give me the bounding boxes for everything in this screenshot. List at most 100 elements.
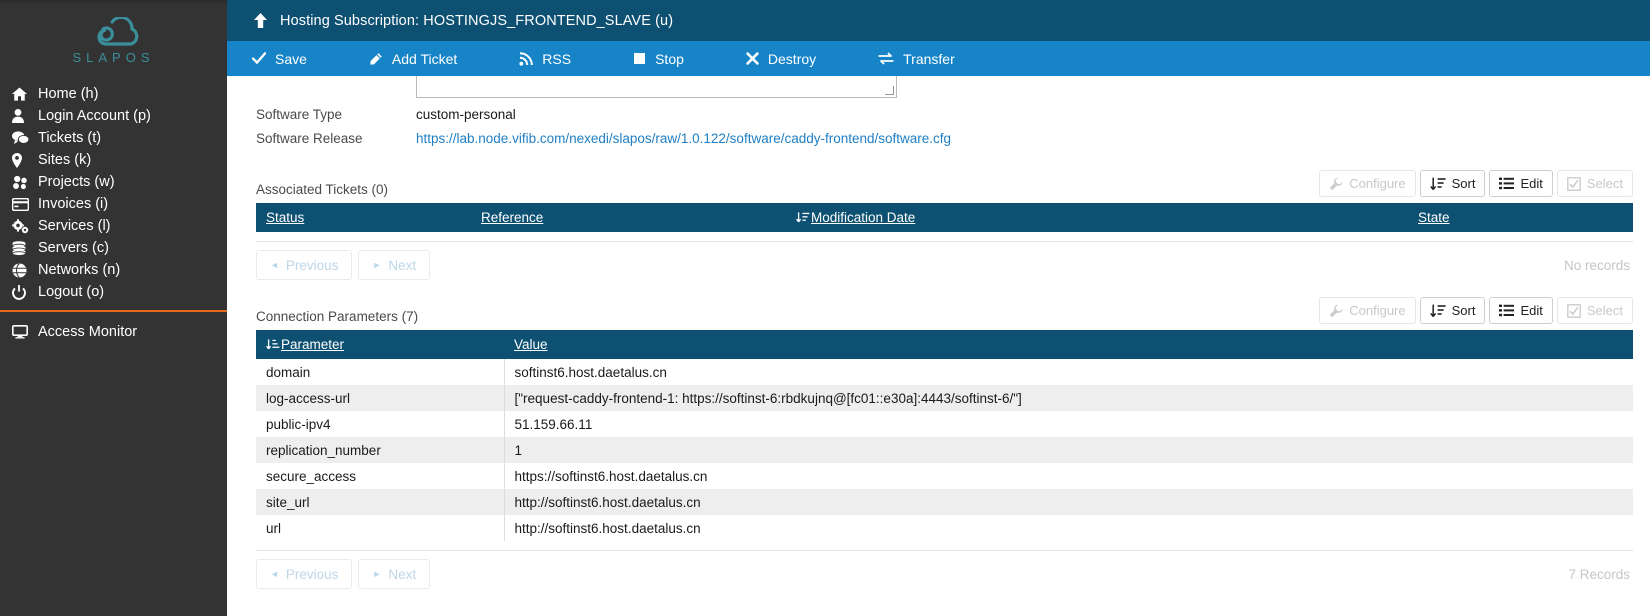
- sidebar-item-label: Home (h): [38, 86, 99, 102]
- field-value: https://lab.node.vifib.com/nexedi/slapos…: [416, 131, 951, 146]
- select-button[interactable]: Select: [1556, 297, 1633, 324]
- next-button[interactable]: ► Next: [358, 250, 431, 280]
- monitor-icon: [12, 325, 38, 339]
- column-header-link[interactable]: Value: [514, 337, 548, 352]
- sidebar-item-servers[interactable]: Servers (c): [0, 237, 227, 259]
- column-status[interactable]: Status: [256, 203, 471, 232]
- cell-value: http://softinst6.host.daetalus.cn: [514, 520, 701, 536]
- table-row[interactable]: domain softinst6.host.daetalus.cn: [256, 359, 1633, 385]
- connection-table-head: Parameter Value: [256, 330, 1633, 359]
- transfer-button[interactable]: Transfer: [878, 51, 955, 67]
- field-value: custom-personal: [416, 107, 516, 122]
- next-button[interactable]: ► Next: [358, 559, 431, 589]
- action-label: Add Ticket: [391, 50, 458, 67]
- table-row[interactable]: site_url http://softinst6.host.daetalus.…: [256, 489, 1633, 515]
- table-row[interactable]: public-ipv4 51.159.66.11: [256, 411, 1633, 437]
- table-row[interactable]: log-access-url ["request-caddy-frontend-…: [256, 385, 1633, 411]
- ticket-icon: [369, 51, 383, 66]
- previous-button[interactable]: ◄ Previous: [256, 250, 353, 280]
- add-ticket-button[interactable]: Add Ticket: [369, 51, 457, 67]
- column-state[interactable]: State: [1408, 203, 1633, 232]
- cell-parameter: public-ipv4: [256, 411, 505, 437]
- sidebar-item-label: Projects (w): [38, 174, 115, 190]
- rss-button[interactable]: RSS: [519, 51, 571, 67]
- sort-button[interactable]: Sort: [1419, 297, 1486, 324]
- sidebar-item-projects[interactable]: Projects (w): [0, 171, 227, 193]
- sort-button[interactable]: Sort: [1419, 170, 1486, 197]
- sidebar-item-services[interactable]: Services (l): [0, 215, 227, 237]
- listbox-toolbar: Configure Sort Edit Select: [1319, 297, 1633, 324]
- cell-value: http://softinst6.host.daetalus.cn: [514, 494, 701, 510]
- sidebar-item-label: Invoices (i): [38, 196, 109, 212]
- cell-value: softinst6.host.daetalus.cn: [514, 364, 667, 380]
- record-count: 7 Records: [1568, 566, 1630, 582]
- table-row[interactable]: secure_access https://softinst6.host.dae…: [256, 463, 1633, 489]
- select-button[interactable]: Select: [1556, 170, 1633, 197]
- sidebar-item-home[interactable]: Home (h): [0, 83, 227, 105]
- column-header-link[interactable]: Modification Date: [811, 210, 915, 225]
- sidebar-item-access-monitor[interactable]: Access Monitor: [0, 321, 227, 343]
- record-count: No records: [1563, 257, 1630, 273]
- sidebar-item-sites[interactable]: Sites (k): [0, 149, 227, 171]
- connection-parameters-table: Parameter Value domain softinst6.host.da…: [256, 330, 1633, 541]
- cell-parameter: site_url: [256, 489, 505, 515]
- table-row[interactable]: url http://softinst6.host.daetalus.cn: [256, 515, 1633, 541]
- field-software-release: Software Release https://lab.node.vifib.…: [256, 131, 1633, 146]
- times-icon: [746, 52, 759, 65]
- column-header-link[interactable]: Parameter: [281, 337, 344, 352]
- tickets-table: Status Reference Modification Date State: [256, 203, 1633, 232]
- column-value[interactable]: Value: [504, 330, 1633, 359]
- action-label: Stop: [655, 50, 684, 67]
- sort-icon: [1429, 177, 1446, 191]
- associated-tickets-section: Associated Tickets (0) Configure Sort Ed…: [256, 170, 1633, 280]
- stop-button[interactable]: Stop: [633, 51, 684, 67]
- sidebar-item-invoices[interactable]: Invoices (i): [0, 193, 227, 215]
- cell-parameter: secure_access: [256, 463, 505, 489]
- save-button[interactable]: Save: [252, 51, 307, 67]
- sidebar-item-label: Logout (o): [38, 284, 105, 300]
- cell-value: ["request-caddy-frontend-1: https://soft…: [514, 390, 1022, 406]
- rss-icon: [519, 51, 534, 66]
- table-row[interactable]: replication_number 1: [256, 437, 1633, 463]
- edit-button[interactable]: Edit: [1489, 170, 1553, 197]
- tool-label: Sort: [1451, 303, 1476, 318]
- sidebar-item-label: Sites (k): [38, 152, 92, 168]
- comments-icon: [12, 131, 38, 145]
- configure-button[interactable]: Configure: [1319, 170, 1416, 197]
- globe-icon: [12, 262, 38, 278]
- column-header-link[interactable]: Reference: [481, 210, 543, 225]
- column-header-link[interactable]: State: [1418, 210, 1450, 225]
- logo[interactable]: SLAPOS: [0, 3, 227, 75]
- edit-button[interactable]: Edit: [1489, 297, 1553, 324]
- column-parameter[interactable]: Parameter: [256, 330, 504, 359]
- chevron-left-icon: ◄: [270, 569, 279, 579]
- configure-button[interactable]: Configure: [1319, 297, 1416, 324]
- sidebar-item-tickets[interactable]: Tickets (t): [0, 127, 227, 149]
- checkbox-icon: [1566, 176, 1581, 191]
- wrench-icon: [1329, 177, 1343, 191]
- sidebar-item-label: Access Monitor: [38, 324, 138, 340]
- sidebar-item-login-account[interactable]: Login Account (p): [0, 105, 227, 127]
- page-header: Hosting Subscription: HOSTINGJS_FRONTEND…: [227, 0, 1650, 41]
- wrench-icon: [1329, 304, 1343, 318]
- tickets-table-head: Status Reference Modification Date State: [256, 203, 1633, 232]
- arrow-up-icon[interactable]: [254, 13, 267, 28]
- column-reference[interactable]: Reference: [471, 203, 786, 232]
- page-title: Hosting Subscription: HOSTINGJS_FRONTEND…: [280, 12, 674, 29]
- tool-label: Edit: [1520, 176, 1543, 191]
- software-release-link[interactable]: https://lab.node.vifib.com/nexedi/slapos…: [416, 131, 951, 146]
- cell-parameter: domain: [256, 359, 505, 385]
- previous-button[interactable]: ◄ Previous: [256, 559, 353, 589]
- stop-square-icon: [633, 52, 646, 65]
- sidebar-item-logout[interactable]: Logout (o): [0, 281, 227, 303]
- column-modification-date[interactable]: Modification Date: [786, 203, 1408, 232]
- section-header: Associated Tickets (0) Configure Sort Ed…: [256, 170, 1633, 203]
- pager-buttons: ◄ Previous ► Next: [256, 559, 431, 589]
- user-icon: [12, 109, 38, 123]
- description-textarea[interactable]: [416, 76, 897, 98]
- column-header-link[interactable]: Status: [266, 210, 304, 225]
- sidebar-item-networks[interactable]: Networks (n): [0, 259, 227, 281]
- connection-pager: ◄ Previous ► Next 7 Records: [256, 550, 1633, 589]
- section-header: Connection Parameters (7) Configure Sort…: [256, 297, 1633, 330]
- destroy-button[interactable]: Destroy: [746, 51, 816, 67]
